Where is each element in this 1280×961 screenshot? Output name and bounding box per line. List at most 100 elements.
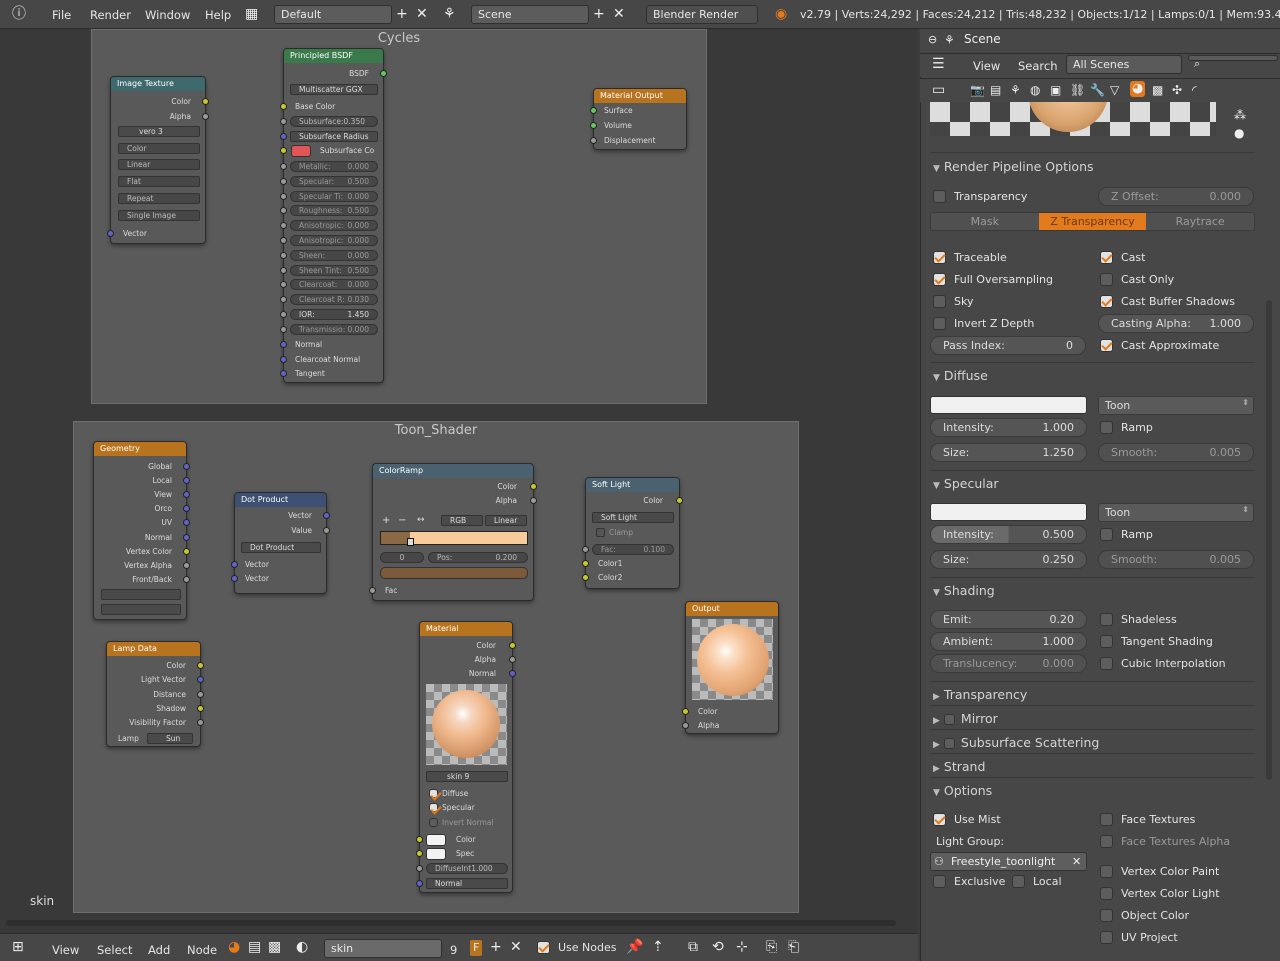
bsdf-param-field[interactable]: Clearcoat R: 0.030: [290, 294, 378, 306]
full-oversampling-checkbox[interactable]: [933, 273, 946, 286]
local-checkbox[interactable]: [1012, 875, 1025, 888]
bsdf-param-field[interactable]: Anisotropic: 0.000: [290, 235, 378, 246]
bsdf-param-socket[interactable]: [280, 207, 287, 215]
interpolation-select[interactable]: Linear: [485, 515, 527, 526]
bsdf-param-socket[interactable]: [280, 281, 287, 289]
surface-socket[interactable]: [590, 107, 597, 114]
stop-index-field[interactable]: 0: [380, 552, 424, 563]
fac-socket[interactable]: [582, 546, 589, 553]
node-editor[interactable]: Cycles Image Texture Color Alpha vero 3 …: [0, 29, 918, 933]
vertex-color-light-toggle[interactable]: Vertex Color Light: [1100, 887, 1220, 900]
uv-map-field[interactable]: [101, 589, 181, 600]
traceable-toggle[interactable]: Traceable: [933, 251, 1007, 264]
tangent-shading-toggle[interactable]: Tangent Shading: [1100, 635, 1213, 648]
base-color-socket[interactable]: [280, 103, 287, 110]
ambient-field[interactable]: Ambient: 1.000: [930, 632, 1087, 651]
image-datablock-field[interactable]: vero 3: [118, 126, 200, 137]
cast-toggle[interactable]: Cast: [1100, 251, 1145, 264]
diffuse-checkbox[interactable]: [429, 789, 438, 798]
value-output-socket[interactable]: [323, 527, 330, 534]
bsdf-param-field[interactable]: Sheen: 0.000: [290, 249, 378, 261]
material-output-header[interactable]: Material Output: [594, 89, 686, 103]
fac-field[interactable]: Fac: 0.100: [592, 544, 674, 555]
panel-diffuse[interactable]: ▼ Diffuse: [933, 368, 988, 383]
displacement-socket[interactable]: [590, 137, 597, 144]
volume-socket[interactable]: [590, 122, 597, 129]
use-nodes-toggle[interactable]: Use Nodes: [537, 941, 617, 954]
menu-window[interactable]: Window: [145, 8, 190, 22]
geometry-output-socket[interactable]: [183, 463, 190, 470]
color-output-socket[interactable]: [202, 98, 209, 105]
clamp-checkbox[interactable]: [596, 528, 605, 537]
material-output-node[interactable]: Material Output Surface Volume Displacem…: [590, 88, 687, 150]
sky-checkbox[interactable]: [933, 295, 946, 308]
local-toggle[interactable]: Local: [1012, 875, 1062, 888]
bsdf-param-socket[interactable]: [280, 192, 287, 200]
bsdf-param-socket[interactable]: [280, 311, 287, 318]
object-tab-icon[interactable]: ▣: [1050, 83, 1061, 97]
compositing-nodes-icon[interactable]: ▤: [248, 940, 261, 954]
copy-icon[interactable]: ⎘: [766, 940, 777, 954]
bsdf-param-field[interactable]: Anisotropic: 0.000: [290, 220, 378, 232]
panel-strand[interactable]: ▶ Strand: [933, 759, 985, 774]
cast-approximate-toggle[interactable]: Cast Approximate: [1100, 339, 1219, 352]
spec-input-socket[interactable]: [416, 850, 423, 857]
shadeless-checkbox[interactable]: [1100, 613, 1113, 626]
normal-input-field[interactable]: Normal: [426, 878, 508, 889]
bsdf-param-field[interactable]: Roughness: 0.500: [290, 205, 378, 217]
bsdf-param-field[interactable]: Clearcoat: 0.000: [290, 279, 378, 291]
add-layout-icon[interactable]: +: [396, 7, 408, 21]
paste-icon[interactable]: ⎗: [788, 940, 799, 954]
cast-only-checkbox[interactable]: [1100, 273, 1113, 286]
diffuse-size-field[interactable]: Size: 1.250: [930, 443, 1087, 462]
geometry-output-socket[interactable]: [183, 575, 190, 583]
render-engine-select[interactable]: Blender Render: [646, 5, 758, 24]
diffuse-intensity-field[interactable]: Intensity: 1.000: [930, 418, 1087, 437]
traceable-checkbox[interactable]: [933, 251, 946, 264]
principled-bsdf-header[interactable]: Principled BSDF: [284, 49, 383, 63]
shader-nodes-icon[interactable]: ◕: [228, 940, 240, 954]
exclusive-checkbox[interactable]: [933, 875, 946, 888]
color-output-socket[interactable]: [530, 483, 537, 490]
specular-check[interactable]: Specular: [429, 803, 475, 812]
stop-position-field[interactable]: Pos: 0.200: [428, 552, 528, 563]
pass-index-field[interactable]: Pass Index: 0: [930, 336, 1086, 355]
material-header[interactable]: Material: [420, 622, 512, 636]
cast-checkbox[interactable]: [1100, 251, 1113, 264]
menu-node[interactable]: Node: [187, 943, 217, 957]
subsurface-radius-field[interactable]: Subsurface Radius: [290, 131, 378, 142]
sky-toggle[interactable]: Sky: [933, 295, 973, 308]
spec-swatch[interactable]: [426, 848, 446, 860]
lamp-output-socket[interactable]: [197, 690, 204, 698]
panel-transparency[interactable]: ▶ Transparency: [933, 687, 1027, 702]
scene-field[interactable]: Scene: [471, 5, 589, 24]
world-tab-icon[interactable]: ◍: [1030, 83, 1040, 97]
remove-stop-icon[interactable]: −: [398, 515, 406, 526]
alpha-output-socket[interactable]: [202, 113, 209, 120]
bsdf-param-socket[interactable]: [280, 325, 287, 333]
vertex-color-paint-toggle[interactable]: Vertex Color Paint: [1100, 865, 1219, 878]
cast-only-toggle[interactable]: Cast Only: [1100, 273, 1174, 286]
alpha-input-socket[interactable]: [682, 722, 689, 729]
geometry-header[interactable]: Geometry: [94, 442, 186, 456]
menu-file[interactable]: File: [52, 8, 71, 22]
bsdf-param-field[interactable]: Specular Ti: 0.000: [290, 190, 378, 202]
subsurface-checkbox[interactable]: [943, 738, 955, 749]
remove-scene-icon[interactable]: ✕: [613, 7, 625, 21]
material-node[interactable]: Material Color Alpha Normal skin 9 Diffu…: [416, 621, 516, 893]
diffuse-shader-select[interactable]: Toon ⬍: [1098, 396, 1254, 415]
new-material-icon[interactable]: +: [490, 940, 502, 954]
outliner-type-icon[interactable]: ☰: [932, 57, 945, 71]
emit-field[interactable]: Emit: 0.20: [930, 610, 1087, 629]
tab-mask[interactable]: Mask: [931, 213, 1039, 230]
fac-input-socket[interactable]: [369, 587, 376, 594]
translucency-field[interactable]: Translucency: 0.000: [930, 654, 1087, 673]
bsdf-param-field[interactable]: Metallic: 0.000: [290, 161, 378, 172]
outliner-search-input[interactable]: [1188, 55, 1278, 61]
casting-alpha-field[interactable]: Casting Alpha: 1.000: [1098, 314, 1254, 333]
specular-smooth-field[interactable]: Smooth: 0.005: [1098, 550, 1254, 569]
bsdf-param-socket[interactable]: [280, 266, 287, 274]
object-color-toggle[interactable]: Object Color: [1100, 909, 1189, 922]
diffuse-check[interactable]: Diffuse: [429, 789, 468, 798]
specular-checkbox[interactable]: [429, 803, 438, 812]
